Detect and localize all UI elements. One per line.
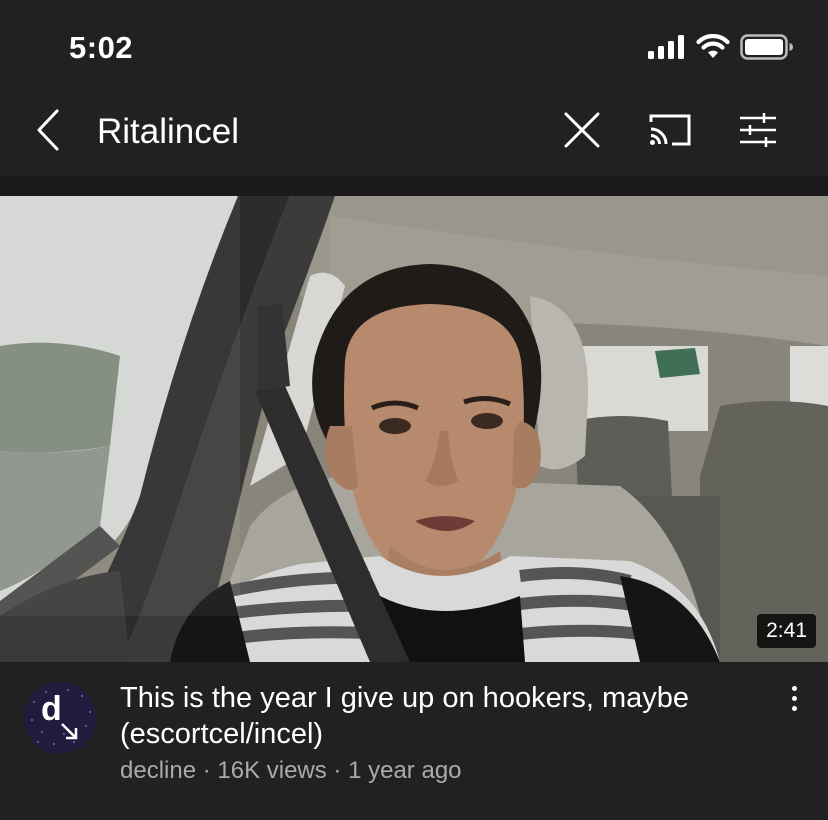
video-title[interactable]: This is the year I give up on hookers, m… [120,680,750,752]
back-icon [35,109,61,156]
video-info[interactable]: d This is the year I give up on hookers,… [0,662,828,820]
section-divider [0,176,828,196]
wifi-icon [696,33,730,65]
more-options-button[interactable] [778,682,810,714]
close-icon [563,111,601,154]
channel-avatar-letter: d [41,690,62,728]
video-duration-badge: 2:41 [757,614,816,648]
cast-icon [648,113,692,152]
back-button[interactable] [26,109,70,156]
thumbnail-image [0,196,828,662]
clear-search-button[interactable] [560,110,604,154]
video-metadata: decline · 16K views · 1 year ago [120,757,462,784]
status-bar: 5:02 [0,0,828,96]
more-vertical-icon [791,695,797,701]
cast-button[interactable] [646,110,694,154]
search-query[interactable]: Ritalincel [97,110,239,154]
channel-avatar[interactable]: d [24,682,96,754]
video-thumbnail[interactable]: 2:41 [0,196,828,662]
more-vertical-icon [791,705,797,711]
battery-icon [740,33,794,65]
search-header: Ritalincel [0,96,828,176]
filter-icon [738,112,778,153]
status-time: 5:02 [69,30,134,65]
filter-button[interactable] [735,110,781,154]
cellular-signal-icon [648,34,686,64]
status-icons [648,33,794,65]
more-vertical-icon [791,685,797,691]
